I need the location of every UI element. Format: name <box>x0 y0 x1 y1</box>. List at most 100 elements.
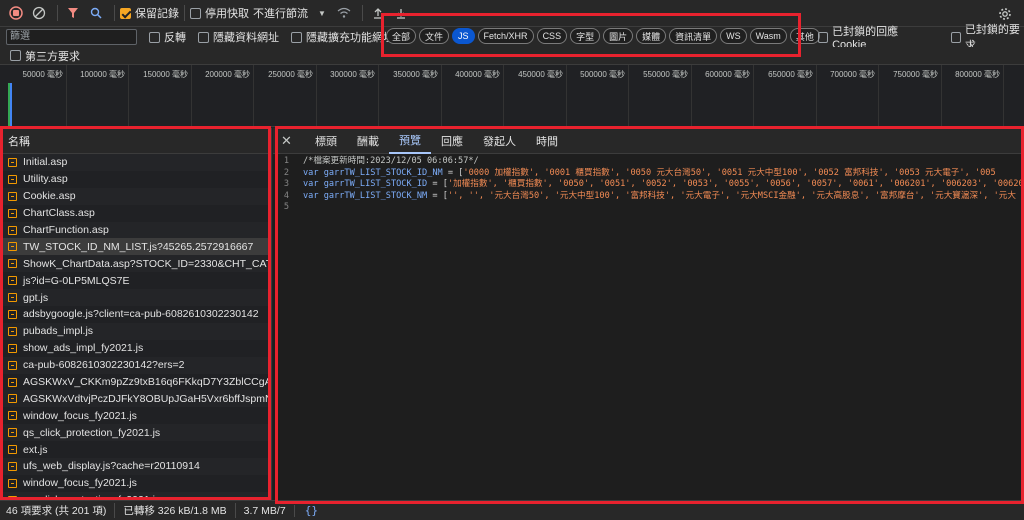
request-row[interactable]: Utility.asp <box>0 171 271 188</box>
request-row[interactable]: window_focus_fy2021.js <box>0 475 271 492</box>
request-row[interactable]: js?id=G-0LP5MLQS7E <box>0 272 271 289</box>
request-row[interactable]: ChartFunction.asp <box>0 221 271 239</box>
timeline-tick-label: 450000 毫秒 <box>518 70 563 79</box>
code-line: 4 var garrTW_LIST_STOCK_NM = ['', '', '元大… <box>273 191 1024 203</box>
timeline-tick-label: 750000 毫秒 <box>893 70 938 79</box>
timeline-tick-label: 800000 毫秒 <box>955 70 1000 79</box>
checkbox-icon[interactable] <box>291 31 302 43</box>
type-chip-js[interactable]: JS <box>452 28 475 44</box>
pretty-print-icon[interactable]: {} <box>305 504 318 517</box>
name-column-header[interactable]: 名稱 <box>0 128 271 154</box>
code-line: 2 var garrTW_LIST_STOCK_ID_NM = ['0000 加權… <box>273 168 1024 180</box>
code-line: 5 <box>273 202 1024 214</box>
throttle-select[interactable]: 不進行節流 ▼ <box>253 5 326 21</box>
request-row[interactable]: ufs_web_display.js?cache=r20110914 <box>0 458 271 475</box>
record-stop-icon[interactable] <box>6 3 26 23</box>
disable-cache-checkbox[interactable]: 停用快取 <box>190 5 249 21</box>
invert-label: 反轉 <box>164 32 186 44</box>
line-number: 2 <box>283 167 289 178</box>
request-name: ufs_web_display.js?cache=r20110914 <box>23 460 200 473</box>
tab-initiator[interactable]: 發起人 <box>473 128 526 154</box>
invert-checkbox[interactable]: 反轉 <box>149 29 186 45</box>
type-chip-font[interactable]: 字型 <box>570 28 601 44</box>
type-chip-media[interactable]: 媒體 <box>636 28 667 44</box>
wifi-settings-icon[interactable] <box>334 3 354 23</box>
timeline-activity-bar <box>10 83 12 126</box>
export-har-icon[interactable] <box>391 3 411 23</box>
request-row[interactable]: window_focus_fy2021.js <box>0 407 271 424</box>
disable-cache-label: 停用快取 <box>205 8 249 20</box>
checkbox-icon[interactable] <box>818 31 829 43</box>
hide-extension-urls-checkbox[interactable]: 隱藏擴充功能網址 <box>291 29 394 45</box>
tab-preview[interactable]: 預覽 <box>389 128 431 154</box>
request-name: ChartClass.asp <box>23 207 95 220</box>
request-row[interactable]: ChartClass.asp <box>0 205 271 222</box>
tab-payload[interactable]: 酬載 <box>347 128 389 154</box>
request-row[interactable]: AGSKWxVdtvjPczDJFkY8OBUpJGaH5Vxr6bffJspm… <box>0 390 271 408</box>
status-bar: 46 項要求 (共 201 項) 已轉移 326 kB/1.8 MB 3.7 M… <box>0 500 1024 520</box>
preserve-log-label: 保留記錄 <box>135 8 179 20</box>
request-name: Initial.asp <box>23 156 68 169</box>
type-chip-doc[interactable]: 文件 <box>419 28 450 44</box>
type-chip-img[interactable]: 圖片 <box>603 28 634 44</box>
tab-headers[interactable]: 標頭 <box>305 128 347 154</box>
request-row[interactable]: ShowK_ChartData.asp?STOCK_ID=2330&CHT_CA… <box>0 255 271 273</box>
timeline-tick: 600000 毫秒 <box>705 65 754 126</box>
request-row[interactable]: ca-pub-6082610302230142?ers=2 <box>0 356 271 374</box>
request-name: window_focus_fy2021.js <box>23 477 137 490</box>
checkbox-icon[interactable] <box>950 31 961 43</box>
request-name: ChartFunction.asp <box>23 224 109 236</box>
type-chip-all[interactable]: 全部 <box>386 28 417 44</box>
request-row[interactable]: qs_click_protection_fy2021.js <box>0 491 271 500</box>
third-party-label: 第三方要求 <box>25 50 80 63</box>
request-row[interactable]: qs_click_protection_fy2021.js <box>0 424 271 442</box>
request-name: Cookie.asp <box>23 190 76 203</box>
request-row[interactable]: adsbygoogle.js?client=ca-pub-60826103022… <box>0 306 271 323</box>
checkbox-icon[interactable] <box>198 31 209 43</box>
request-row[interactable]: TW_STOCK_ID_NM_LIST.js?45265.2572916667 <box>0 238 271 256</box>
type-chip-wasm[interactable]: Wasm <box>749 28 787 44</box>
checkbox-icon[interactable] <box>149 31 160 43</box>
detail-tabs: ✕ 標頭 酬載 預覽 回應 發起人 時間 <box>273 128 1024 154</box>
filter-icon[interactable] <box>63 3 83 23</box>
type-chip-ws[interactable]: WS <box>720 28 747 44</box>
search-icon[interactable] <box>86 3 106 23</box>
checkbox-checked-icon[interactable] <box>120 7 131 19</box>
import-har-icon[interactable] <box>368 3 388 23</box>
checkbox-icon[interactable] <box>10 50 21 61</box>
blocked-filters: 已封鎖的回應 Cookie 已封鎖的要求 <box>806 24 1024 52</box>
timeline-tick: 500000 毫秒 <box>580 65 629 126</box>
request-row[interactable]: ext.js <box>0 441 271 458</box>
request-row[interactable]: show_ads_impl_fy2021.js <box>0 340 271 357</box>
tab-timing[interactable]: 時間 <box>526 128 568 154</box>
request-row[interactable]: Cookie.asp <box>0 187 271 205</box>
type-chip-css[interactable]: CSS <box>536 28 568 44</box>
timeline-tick-label: 600000 毫秒 <box>705 70 750 79</box>
request-row[interactable]: gpt.js <box>0 289 271 307</box>
third-party-checkbox[interactable]: 第三方要求 <box>10 48 80 64</box>
hide-data-urls-checkbox[interactable]: 隱藏資料網址 <box>198 29 279 45</box>
type-chip-manifest[interactable]: 資訊清單 <box>669 28 718 44</box>
divider <box>184 5 185 21</box>
code-variable: garrTW_LIST_STOCK_NM <box>323 190 428 201</box>
filter-input[interactable]: 篩選 <box>6 29 137 45</box>
tab-response[interactable]: 回應 <box>431 128 473 154</box>
timeline-tick-label: 250000 毫秒 <box>268 70 313 79</box>
type-chip-fetch-xhr[interactable]: Fetch/XHR <box>477 28 534 44</box>
request-row[interactable]: AGSKWxV_CKKm9pZz9txB16q6FKkqD7Y3ZblCCgA.… <box>0 374 271 391</box>
code-string: '加權指數', '櫃買指數', '0050', '0051', '0052', … <box>447 179 1024 190</box>
timeline-tick: 450000 毫秒 <box>518 65 567 126</box>
timeline-tick-label: 150000 毫秒 <box>143 70 188 79</box>
timeline-tick: 150000 毫秒 <box>143 65 192 126</box>
resources-size: 3.7 MB/7 <box>244 504 295 517</box>
divider <box>361 5 363 21</box>
request-row[interactable]: Initial.asp <box>0 154 271 171</box>
preview-code-view[interactable]: 1 /*檔案更新時間:2023/12/05 06:06:57*/ 2 var garr… <box>273 154 1024 214</box>
checkbox-icon[interactable] <box>190 7 201 19</box>
request-row[interactable]: pubads_impl.js <box>0 322 271 340</box>
timeline-tick-label: 350000 毫秒 <box>393 70 438 79</box>
close-icon[interactable]: ✕ <box>281 133 297 149</box>
clear-icon[interactable] <box>29 3 49 23</box>
preserve-log-checkbox[interactable]: 保留記錄 <box>120 5 179 21</box>
timeline-overview[interactable]: 50000 毫秒 100000 毫秒 150000 毫秒 200000 毫秒 2… <box>0 65 1024 127</box>
